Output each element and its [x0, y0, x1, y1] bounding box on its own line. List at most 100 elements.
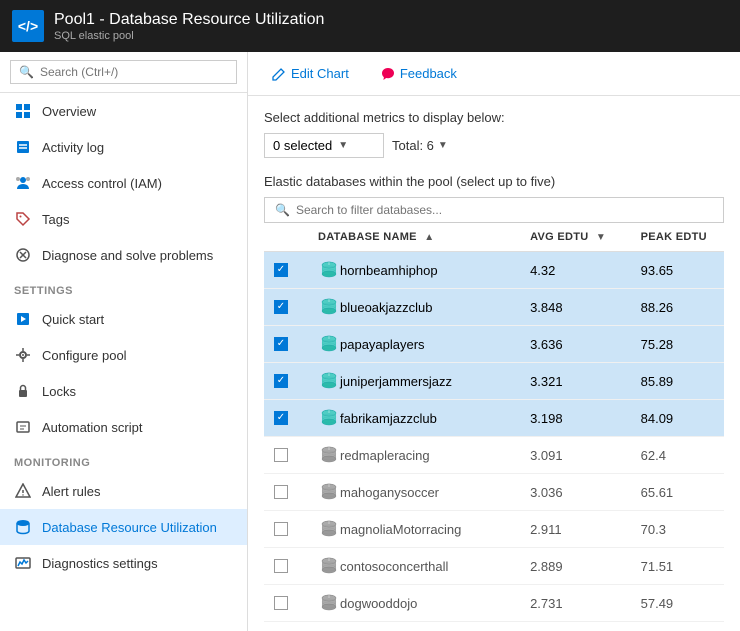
checkbox[interactable] — [274, 596, 288, 610]
table-row[interactable]: osageopera 2.647 75.15 — [264, 622, 724, 631]
checkbox[interactable] — [274, 337, 288, 351]
filter-input[interactable] — [296, 203, 713, 217]
database-name-header[interactable]: DATABASE NAME ▲ — [308, 223, 520, 252]
metrics-selected-label: 0 selected — [273, 138, 332, 153]
peak-edtu-cell: 62.4 — [631, 437, 724, 474]
avg-edtu-cell: 3.848 — [520, 289, 631, 326]
table-row[interactable]: magnoliaMotorracing 2.911 70.3 — [264, 511, 724, 548]
avg-edtu-cell: 2.911 — [520, 511, 631, 548]
checkbox-cell[interactable] — [264, 622, 308, 631]
peak-edtu-cell: 75.28 — [631, 326, 724, 363]
checkbox-cell[interactable] — [264, 289, 308, 326]
peak-edtu-cell: 71.51 — [631, 548, 724, 585]
search-icon: 🔍 — [19, 65, 34, 79]
search-input[interactable] — [40, 65, 228, 79]
sidebar-item-diagnose[interactable]: Diagnose and solve problems — [0, 237, 247, 273]
main-content: Edit Chart Feedback Select additional me… — [248, 52, 740, 631]
checkbox-cell[interactable] — [264, 363, 308, 400]
sidebar-item-alert-rules[interactable]: Alert rules — [0, 473, 247, 509]
table-row[interactable]: fabrikamjazzclub 3.198 84.09 — [264, 400, 724, 437]
checkbox-cell[interactable] — [264, 585, 308, 622]
sidebar-label-locks: Locks — [42, 384, 76, 399]
page-title: Pool1 - Database Resource Utilization — [54, 11, 324, 29]
table-row[interactable]: redmapleracing 3.091 62.4 — [264, 437, 724, 474]
table-header-row: DATABASE NAME ▲ AVG EDTU ▼ PEAK EDTU — [264, 223, 724, 252]
checkbox-cell[interactable] — [264, 474, 308, 511]
edit-chart-label: Edit Chart — [291, 66, 349, 81]
search-box: 🔍 — [0, 52, 247, 93]
sidebar-item-quickstart[interactable]: Quick start — [0, 301, 247, 337]
search-wrap[interactable]: 🔍 — [10, 60, 237, 84]
checkbox[interactable] — [274, 522, 288, 536]
sidebar-item-automation[interactable]: Automation script — [0, 409, 247, 445]
edit-chart-button[interactable]: Edit Chart — [264, 62, 357, 85]
checkbox-cell[interactable] — [264, 437, 308, 474]
diagnose-icon — [14, 246, 32, 264]
peak-edtu-cell: 70.3 — [631, 511, 724, 548]
table-row[interactable]: juniperjammersjazz 3.321 85.89 — [264, 363, 724, 400]
metrics-total: Total: 6 ▼ — [392, 138, 448, 153]
checkbox[interactable] — [274, 374, 288, 388]
edit-icon — [272, 67, 286, 81]
sidebar-item-activity-log[interactable]: Activity log — [0, 129, 247, 165]
peak-edtu-header-label: PEAK EDTU — [641, 231, 707, 243]
sidebar-label-db-resource: Database Resource Utilization — [42, 520, 217, 535]
sidebar-item-db-resource[interactable]: Database Resource Utilization — [0, 509, 247, 545]
filter-input-wrap[interactable]: 🔍 — [264, 197, 724, 223]
db-name: redmapleracing — [340, 448, 430, 463]
db-name-cell: fabrikamjazzclub — [308, 400, 520, 437]
metrics-dropdown[interactable]: 0 selected ▼ — [264, 133, 384, 158]
sidebar-label-activity-log: Activity log — [42, 140, 104, 155]
checkbox[interactable] — [274, 300, 288, 314]
checkbox[interactable] — [274, 448, 288, 462]
log-icon — [14, 138, 32, 156]
avg-edtu-header[interactable]: AVG EDTU ▼ — [520, 223, 631, 252]
checkbox[interactable] — [274, 263, 288, 277]
feedback-button[interactable]: Feedback — [373, 62, 465, 85]
quickstart-icon — [14, 310, 32, 328]
sidebar-item-configure-pool[interactable]: Configure pool — [0, 337, 247, 373]
sidebar-label-tags: Tags — [42, 212, 69, 227]
page-subtitle: SQL elastic pool — [54, 30, 324, 42]
checkbox-cell[interactable] — [264, 400, 308, 437]
peak-edtu-header[interactable]: PEAK EDTU — [631, 223, 724, 252]
sidebar-label-automation: Automation script — [42, 420, 142, 435]
total-chevron-icon: ▼ — [438, 140, 448, 151]
db-name-cell: papayaplayers — [308, 326, 520, 363]
sidebar-item-overview[interactable]: Overview — [0, 93, 247, 129]
checkbox-cell[interactable] — [264, 326, 308, 363]
table-row[interactable]: hornbeamhiphop 4.32 93.65 — [264, 252, 724, 289]
db-name: hornbeamhiphop — [340, 263, 438, 278]
sidebar-label-overview: Overview — [42, 104, 96, 119]
checkbox-cell[interactable] — [264, 548, 308, 585]
peak-edtu-cell: 84.09 — [631, 400, 724, 437]
table-row[interactable]: papayaplayers 3.636 75.28 — [264, 326, 724, 363]
checkbox[interactable] — [274, 485, 288, 499]
db-name-cell: hornbeamhiphop — [308, 252, 520, 289]
table-row[interactable]: mahoganysoccer 3.036 65.61 — [264, 474, 724, 511]
db-name-cell: contosoconcerthall — [308, 548, 520, 585]
app-logo-icon: </> — [12, 10, 44, 42]
table-row[interactable]: dogwooddojo 2.731 57.49 — [264, 585, 724, 622]
sidebar-item-locks[interactable]: Locks — [0, 373, 247, 409]
diagnostics-icon — [14, 554, 32, 572]
db-name: fabrikamjazzclub — [340, 411, 437, 426]
table-row[interactable]: blueoakjazzclub 3.848 88.26 — [264, 289, 724, 326]
sidebar-label-alert-rules: Alert rules — [42, 484, 101, 499]
db-name-cell: redmapleracing — [308, 437, 520, 474]
db-table: DATABASE NAME ▲ AVG EDTU ▼ PEAK EDTU — [264, 223, 724, 631]
peak-edtu-cell: 65.61 — [631, 474, 724, 511]
db-name-cell: dogwooddojo — [308, 585, 520, 622]
checkbox-cell[interactable] — [264, 511, 308, 548]
db-name: blueoakjazzclub — [340, 300, 433, 315]
sidebar-item-iam[interactable]: Access control (IAM) — [0, 165, 247, 201]
table-row[interactable]: contosoconcerthall 2.889 71.51 — [264, 548, 724, 585]
app-header: </> Pool1 - Database Resource Utilizatio… — [0, 0, 740, 52]
checkbox-cell[interactable] — [264, 252, 308, 289]
checkbox[interactable] — [274, 411, 288, 425]
checkbox[interactable] — [274, 559, 288, 573]
feedback-label: Feedback — [400, 66, 457, 81]
sidebar-item-tags[interactable]: Tags — [0, 201, 247, 237]
total-label: Total: 6 — [392, 138, 434, 153]
sidebar-item-diagnostics[interactable]: Diagnostics settings — [0, 545, 247, 581]
